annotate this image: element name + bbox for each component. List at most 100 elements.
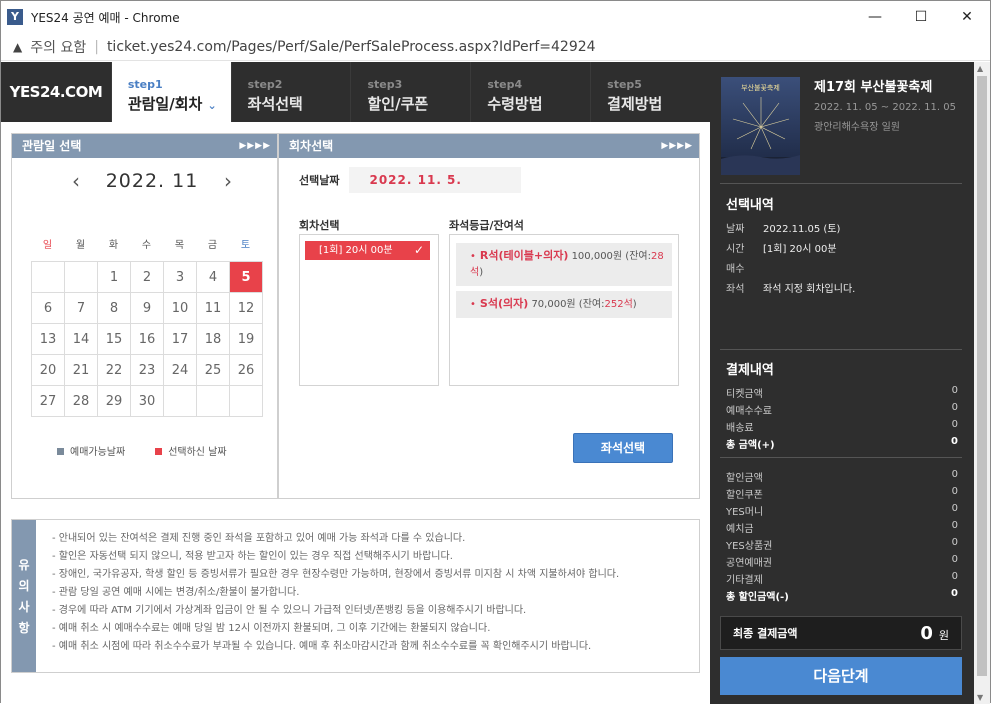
scroll-up-icon[interactable]: ▲ bbox=[977, 64, 983, 73]
next-step-button[interactable]: 다음단계 bbox=[720, 657, 962, 695]
grade-item-s: • S석(의자) 70,000원 (잔여:252석) bbox=[456, 291, 672, 318]
payment-row: 티켓금액 0 bbox=[726, 385, 958, 400]
discount-row: 예치금 0 bbox=[726, 520, 958, 535]
scrollbar[interactable]: ▲ ▼ bbox=[974, 62, 990, 704]
notice-line: - 안내되어 있는 잔여석은 결제 진행 중인 좌석을 포함하고 있어 예매 가… bbox=[52, 533, 466, 544]
calendar-month: 2022. 11 bbox=[105, 170, 199, 192]
row-value: [1회] 20시 00분 bbox=[763, 244, 837, 255]
row-value: 0 bbox=[951, 554, 958, 565]
row-key: 할인금액 bbox=[726, 473, 763, 484]
bullet-icon: • bbox=[470, 251, 476, 262]
selection-date-row: 날짜 2022.11.05 (토) bbox=[726, 220, 840, 235]
browser-window: Y YES24 공연 예매 - Chrome — ☐ ✕ ▲ 주의 요함 | t… bbox=[0, 0, 991, 704]
calendar-day: 27 bbox=[31, 385, 65, 417]
step-1[interactable]: step1 관람일/회차 ⌄ bbox=[110, 62, 231, 122]
discount-row: 공연예매권 0 bbox=[726, 554, 958, 569]
step-label: 수령방법 bbox=[487, 95, 543, 113]
row-key: 시간 bbox=[726, 244, 745, 255]
session-list: [1회] 20시 00분 ✓ bbox=[299, 234, 439, 386]
weekday-label: 월 bbox=[75, 240, 86, 251]
step-5[interactable]: step5 결제방법 bbox=[590, 62, 710, 122]
final-amount-box: 최종 결제금액 0원 bbox=[720, 616, 962, 650]
selection-count-row: 매수 bbox=[726, 260, 744, 275]
scroll-down-icon[interactable]: ▼ bbox=[977, 693, 983, 702]
row-value: 0 bbox=[951, 571, 958, 582]
page: YES24.COM step1 관람일/회차 ⌄ step2 좌석선택 step… bbox=[1, 62, 990, 704]
step-label: 결제방법 bbox=[607, 95, 663, 113]
calendar-day: 29 bbox=[97, 385, 131, 417]
grade-item-r: • R석(테이블+의자) 100,000원 (잔여:28석) bbox=[456, 243, 672, 286]
notice-line: - 할인은 자동선택 되지 않으니, 적용 받고자 하는 할인이 있는 경우 직… bbox=[52, 551, 453, 562]
step-3[interactable]: step3 할인/쿠폰 bbox=[350, 62, 470, 122]
row-value: 0 bbox=[951, 419, 958, 430]
step-num: step4 bbox=[487, 78, 523, 91]
session-item-selected[interactable]: [1회] 20시 00분 ✓ bbox=[305, 241, 430, 260]
step-bar: YES24.COM step1 관람일/회차 ⌄ step2 좌석선택 step… bbox=[1, 62, 710, 122]
weekday-label: 금 bbox=[207, 240, 218, 251]
discount-row: 기타결제 0 bbox=[726, 571, 958, 586]
discount-row: YES머니 0 bbox=[726, 503, 958, 518]
notice-tab: 유 의 사 항 bbox=[12, 520, 36, 672]
notice-tab-char: 사 bbox=[18, 600, 30, 614]
calendar-day: 12 bbox=[229, 292, 263, 324]
calendar-header-label: 관람일 선택 bbox=[22, 139, 82, 153]
row-key: 배송료 bbox=[726, 423, 754, 434]
address-separator: | bbox=[94, 38, 99, 55]
calendar-day: 8 bbox=[97, 292, 131, 324]
calendar-day: 9 bbox=[130, 292, 164, 324]
chevron-down-icon: ⌄ bbox=[207, 99, 217, 112]
discount-row: 할인금액 0 bbox=[726, 469, 958, 484]
row-value: 0 bbox=[951, 520, 958, 531]
grade-price: 100,000원 (잔여: bbox=[571, 251, 651, 262]
row-value: 0 bbox=[951, 588, 958, 599]
seat-select-button[interactable]: 좌석선택 bbox=[573, 433, 673, 463]
minimize-icon[interactable]: — bbox=[852, 1, 898, 33]
url-text[interactable]: ticket.yes24.com/Pages/Perf/Sale/PerfSal… bbox=[107, 39, 596, 55]
step-4[interactable]: step4 수령방법 bbox=[470, 62, 590, 122]
row-value: 2022.11.05 (토) bbox=[763, 224, 841, 235]
row-value: 0 bbox=[951, 486, 958, 497]
warning-icon[interactable]: ▲ bbox=[13, 40, 22, 54]
scrollbar-thumb[interactable] bbox=[977, 76, 987, 676]
notice-line: - 관람 당일 공연 예매 시에는 변경/취소/환불이 불가합니다. bbox=[52, 587, 300, 598]
next-month-icon[interactable]: › bbox=[224, 169, 232, 193]
divider bbox=[720, 457, 962, 458]
payment-title: 결제내역 bbox=[726, 363, 774, 378]
calendar-day: 22 bbox=[97, 354, 131, 386]
maximize-icon[interactable]: ☐ bbox=[898, 1, 944, 33]
calendar-day: 4 bbox=[196, 261, 230, 293]
calendar-day: 14 bbox=[64, 323, 98, 355]
selection-title: 선택내역 bbox=[726, 198, 774, 213]
row-key: 매수 bbox=[726, 264, 745, 275]
row-key: 할인쿠폰 bbox=[726, 490, 763, 501]
calendar-day: 10 bbox=[163, 292, 197, 324]
calendar-day bbox=[64, 261, 98, 293]
calendar-day bbox=[229, 385, 263, 417]
window-title: YES24 공연 예매 - Chrome bbox=[31, 10, 180, 25]
calendar-day bbox=[196, 385, 230, 417]
grade-name: S석(의자) bbox=[479, 297, 529, 310]
calendar-day: 11 bbox=[196, 292, 230, 324]
calendar-day: 19 bbox=[229, 323, 263, 355]
arrows-icon: ▶▶▶▶ bbox=[239, 141, 271, 151]
payment-row: 예매수수료 0 bbox=[726, 402, 958, 417]
step-num: step3 bbox=[367, 78, 403, 91]
divider bbox=[720, 349, 962, 350]
calendar-day: 3 bbox=[163, 261, 197, 293]
security-status[interactable]: 주의 요함 bbox=[30, 37, 86, 57]
booking-sidebar: 부산불꽃축제 제17회 부산불꽃축제 2022. 11. 05 ~ 2022. … bbox=[710, 62, 974, 704]
yes24-logo: YES24.COM bbox=[9, 83, 103, 101]
calendar-day: 7 bbox=[64, 292, 98, 324]
step-2[interactable]: step2 좌석선택 bbox=[230, 62, 351, 122]
weekday-label: 토 bbox=[240, 240, 251, 251]
step-num: step2 bbox=[247, 78, 283, 91]
close-icon[interactable]: ✕ bbox=[944, 1, 990, 33]
weekday-label: 화 bbox=[108, 240, 119, 251]
notice-line: - 예매 취소 시 예매수수료는 예매 당일 밤 12시 이전까지 환불되며, … bbox=[52, 623, 491, 634]
calendar-day: 16 bbox=[130, 323, 164, 355]
calendar-day-selected[interactable]: 5 bbox=[229, 261, 263, 293]
address-bar[interactable]: ▲ 주의 요함 | ticket.yes24.com/Pages/Perf/Sa… bbox=[1, 33, 990, 61]
calendar-day: 30 bbox=[130, 385, 164, 417]
prev-month-icon[interactable]: ‹ bbox=[72, 169, 80, 193]
calendar-day: 23 bbox=[130, 354, 164, 386]
